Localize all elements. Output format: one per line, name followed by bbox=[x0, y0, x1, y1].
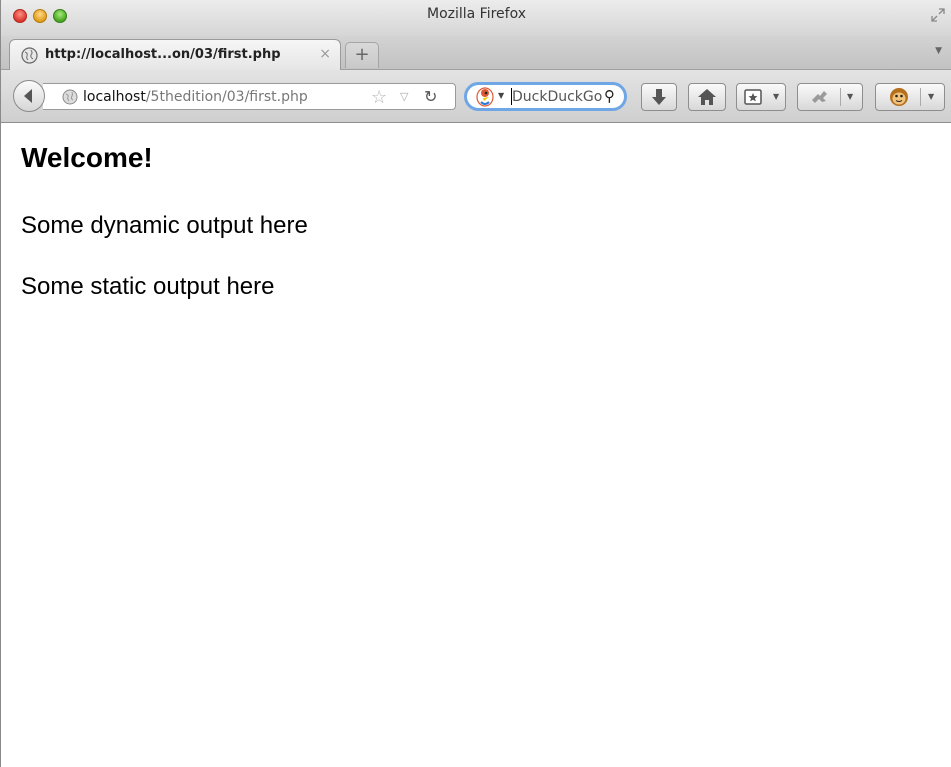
site-identity-icon[interactable] bbox=[62, 89, 78, 105]
button-separator bbox=[920, 88, 921, 106]
browser-window: Mozilla Firefox http://localhost...on/03… bbox=[0, 0, 951, 767]
avatar-dropdown-icon[interactable]: ▼ bbox=[928, 92, 934, 101]
search-placeholder: DuckDuckGo bbox=[512, 89, 602, 105]
home-button[interactable] bbox=[688, 83, 726, 111]
new-tab-button[interactable]: + bbox=[345, 42, 379, 68]
engine-dropdown-icon[interactable]: ▼ bbox=[498, 91, 504, 100]
back-button[interactable] bbox=[13, 80, 45, 112]
bookmarks-menu-button[interactable]: ▼ bbox=[736, 83, 786, 111]
window-title: Mozilla Firefox bbox=[426, 6, 527, 22]
history-dropdown-icon[interactable]: ▽ bbox=[400, 90, 408, 103]
monkey-face-icon bbox=[890, 88, 908, 106]
bookmark-star-icon[interactable]: ☆ bbox=[371, 87, 387, 108]
downloads-button[interactable] bbox=[641, 83, 677, 111]
globe-icon bbox=[21, 47, 38, 64]
back-arrow-icon bbox=[24, 89, 32, 103]
title-bar: Mozilla Firefox bbox=[1, 0, 951, 36]
static-output-text: Some static output here bbox=[21, 273, 275, 300]
url-path: /5thedition/03/first.php bbox=[145, 89, 308, 105]
button-separator bbox=[840, 88, 841, 106]
addon-dropdown-icon[interactable]: ▼ bbox=[847, 92, 853, 101]
url-text: localhost/5thedition/03/first.php bbox=[83, 89, 308, 105]
bookmarks-dropdown-icon[interactable]: ▼ bbox=[773, 92, 779, 101]
list-all-tabs-icon[interactable]: ▼ bbox=[935, 46, 942, 56]
address-bar[interactable]: localhost/5thedition/03/first.php ☆ ▽ ↻ bbox=[43, 83, 456, 110]
page-heading: Welcome! bbox=[21, 142, 153, 173]
navigation-toolbar: localhost/5thedition/03/first.php ☆ ▽ ↻ … bbox=[1, 70, 951, 123]
reload-icon[interactable]: ↻ bbox=[424, 87, 437, 106]
dynamic-output-text: Some dynamic output here bbox=[21, 212, 308, 239]
page-content: Welcome! Some dynamic output here Some s… bbox=[2, 124, 951, 767]
close-tab-icon[interactable]: × bbox=[319, 46, 331, 62]
url-host: localhost bbox=[83, 89, 146, 105]
bookmarks-icon bbox=[744, 89, 762, 105]
addon-icon bbox=[812, 91, 827, 103]
search-icon[interactable]: ⚲ bbox=[604, 87, 615, 105]
home-icon bbox=[698, 89, 716, 105]
tab-title: http://localhost...on/03/first.php bbox=[45, 47, 281, 62]
fullscreen-icon[interactable] bbox=[930, 7, 946, 23]
tab-first-php[interactable]: http://localhost...on/03/first.php × bbox=[9, 39, 341, 70]
tab-strip: http://localhost...on/03/first.php × + ▼ bbox=[1, 36, 951, 70]
search-bar[interactable]: ▼ DuckDuckGo ⚲ bbox=[464, 82, 627, 111]
avatar-button[interactable]: ▼ bbox=[875, 83, 945, 111]
duckduckgo-icon[interactable] bbox=[475, 86, 495, 108]
addon-button[interactable]: ▼ bbox=[797, 83, 863, 111]
download-icon bbox=[652, 89, 666, 105]
